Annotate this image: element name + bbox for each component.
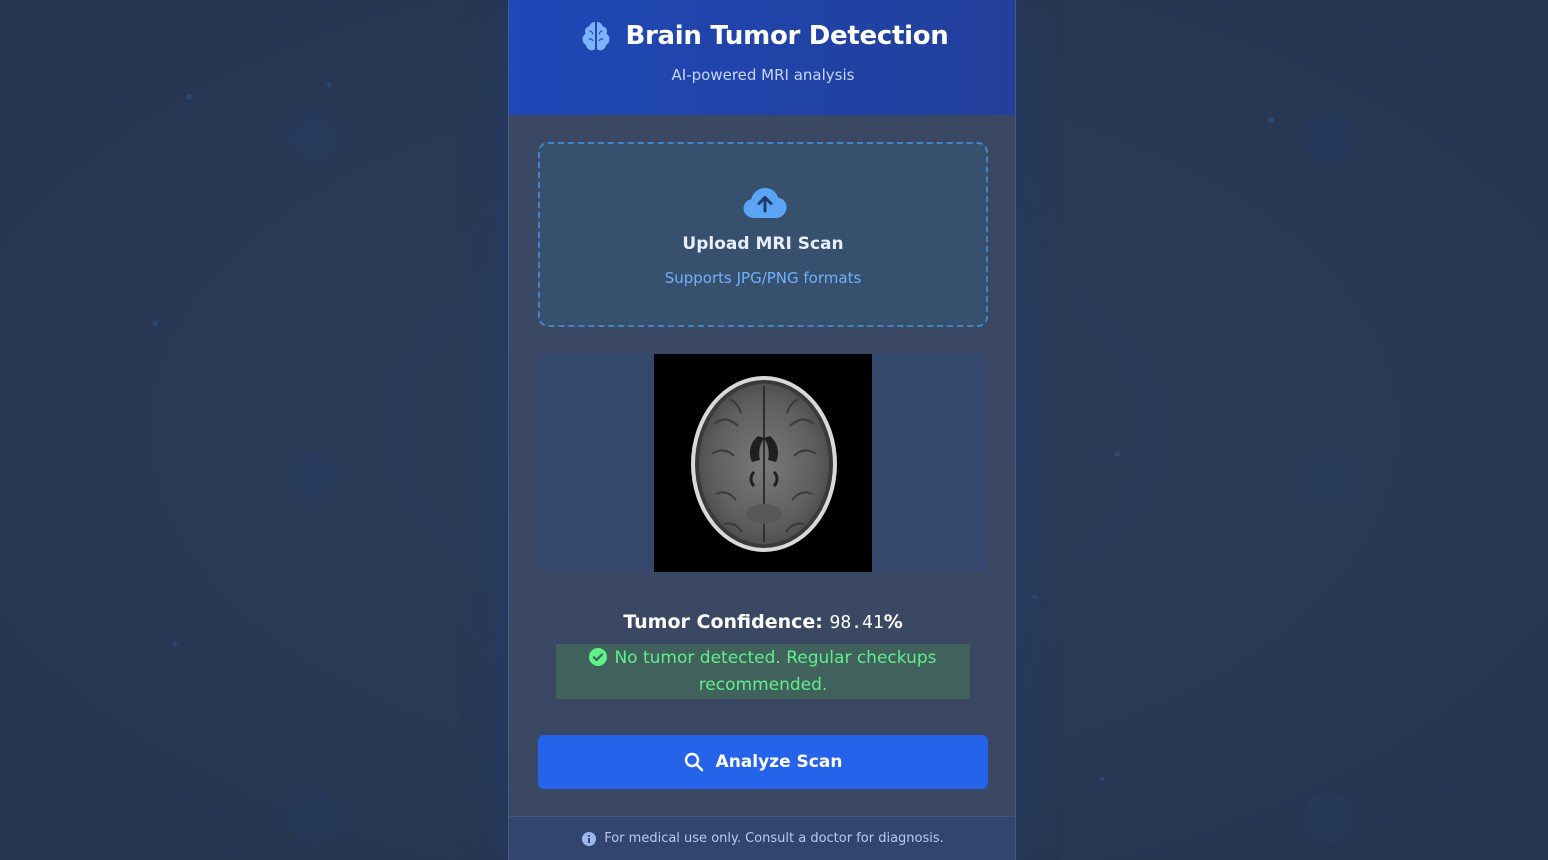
background-dot: [1033, 595, 1037, 599]
title-row: Brain Tumor Detection: [509, 16, 1015, 56]
analyze-button-label: Analyze Scan: [715, 752, 843, 772]
disclaimer-footer: For medical use only. Consult a doctor f…: [509, 816, 1015, 860]
upload-dropzone[interactable]: Upload MRI Scan Supports JPG/PNG formats: [538, 142, 988, 327]
background-shape: [1304, 112, 1354, 162]
detection-card: Brain Tumor Detection AI-powered MRI ana…: [508, 0, 1016, 860]
check-circle-icon: [589, 648, 608, 666]
mri-scan-image: [654, 354, 872, 572]
background-dot: [1115, 452, 1120, 457]
app-header: Brain Tumor Detection AI-powered MRI ana…: [509, 0, 1015, 115]
background-dot: [1100, 777, 1104, 781]
confidence-label: Tumor Confidence:: [623, 611, 823, 633]
analyze-scan-button[interactable]: Analyze Scan: [538, 735, 988, 789]
scan-preview: [538, 354, 988, 572]
background-dot: [1268, 117, 1274, 123]
background-dot: [173, 642, 177, 646]
result-message: No tumor detected. Regular checkups reco…: [614, 648, 937, 695]
disclaimer-text: For medical use only. Consult a doctor f…: [604, 831, 944, 846]
background-dot: [186, 94, 192, 100]
upload-title: Upload MRI Scan: [682, 234, 844, 254]
background-dot: [327, 82, 332, 87]
background-dot: [153, 321, 158, 326]
background-shape: [288, 792, 338, 842]
confidence-value: 98.41: [829, 612, 884, 633]
confidence-unit: %: [883, 611, 903, 633]
background-shape: [288, 452, 338, 502]
background-shape: [1304, 792, 1354, 842]
result-status: No tumor detected. Regular checkups reco…: [556, 644, 970, 699]
search-icon: [684, 752, 703, 772]
tumor-confidence: Tumor Confidence: 98.41%: [509, 611, 1015, 633]
page-title: Brain Tumor Detection: [625, 21, 949, 51]
upload-formats-hint: Supports JPG/PNG formats: [664, 269, 862, 287]
page-subtitle: AI-powered MRI analysis: [671, 66, 855, 84]
brain-icon: [582, 22, 609, 51]
background-shape: [1304, 452, 1354, 502]
info-icon: [582, 831, 597, 846]
background-shape: [288, 112, 338, 162]
cloud-upload-icon: [743, 188, 787, 218]
